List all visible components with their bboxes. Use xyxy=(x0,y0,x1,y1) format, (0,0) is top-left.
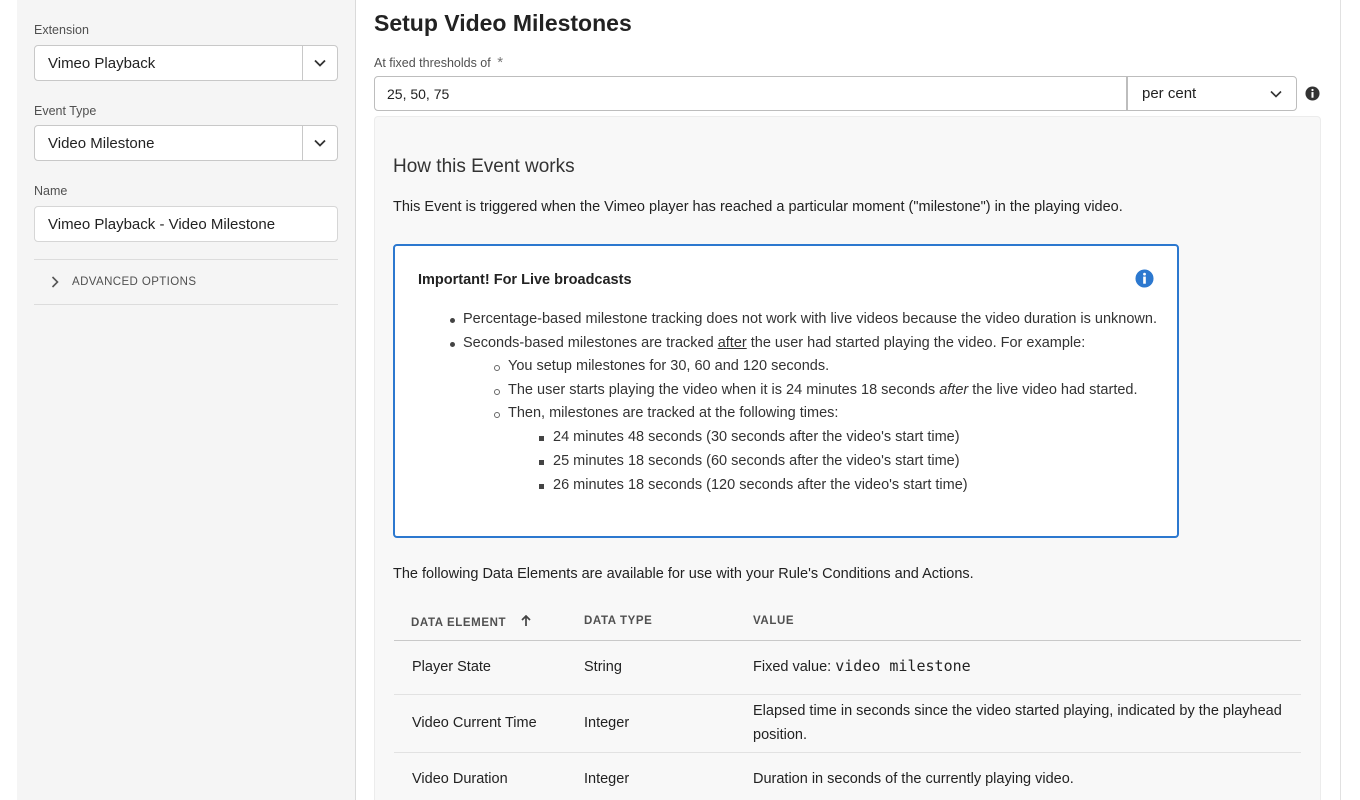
table-cell-element: Player State xyxy=(412,659,491,675)
info-icon xyxy=(1135,269,1154,288)
required-mark: * xyxy=(497,54,504,71)
bullet-text: the user had started playing the video. … xyxy=(746,335,1086,351)
table-cell-element: Video Duration xyxy=(412,771,508,787)
notice-subsubbullet: 24 minutes 48 seconds (30 seconds after … xyxy=(553,429,960,445)
value-code: video milestone xyxy=(835,657,971,675)
event-type-picker[interactable]: Video Milestone xyxy=(34,125,338,161)
emphasis-after: after xyxy=(717,335,747,351)
bullet-text: the live video had started. xyxy=(968,382,1138,398)
thresholds-label: At fixed thresholds of * xyxy=(374,54,503,71)
notice-subsubbullet: 26 minutes 18 seconds (120 seconds after… xyxy=(553,477,968,493)
notice-bullet: Percentage-based milestone tracking does… xyxy=(463,311,1157,327)
info-icon[interactable] xyxy=(1305,86,1320,101)
table-cell-element: Video Current Time xyxy=(412,715,537,731)
data-elements-intro: The following Data Elements are availabl… xyxy=(393,566,974,582)
bullet-text: Seconds-based milestones are tracked xyxy=(463,335,718,351)
bullet-marker xyxy=(494,412,500,418)
how-title: How this Event works xyxy=(393,156,575,177)
name-label: Name xyxy=(34,184,68,198)
column-header-data-type: DATA TYPE xyxy=(584,615,653,627)
chevron-down-icon xyxy=(1270,90,1282,98)
how-description: This Event is triggered when the Vimeo p… xyxy=(393,199,1123,215)
notice-bullet: Seconds-based milestones are tracked aft… xyxy=(463,335,1085,351)
bullet-marker xyxy=(494,365,500,371)
thresholds-label-text: At fixed thresholds of xyxy=(374,56,491,70)
extension-value: Vimeo Playback xyxy=(48,54,156,72)
bullet-text: The user starts playing the video when i… xyxy=(508,382,940,398)
table-cell-value: Fixed value: video milestone xyxy=(753,657,971,675)
table-row-divider xyxy=(394,752,1301,753)
unit-value: per cent xyxy=(1142,85,1197,102)
arrow-up-icon xyxy=(521,614,531,626)
chevron-down-icon[interactable] xyxy=(302,46,337,80)
bullet-marker xyxy=(539,436,544,441)
column-header-data-element[interactable]: DATA ELEMENT xyxy=(411,614,531,629)
bullet-marker xyxy=(539,484,544,489)
bullet-marker xyxy=(450,342,455,347)
page-title: Setup Video Milestones xyxy=(374,10,632,36)
extension-label: Extension xyxy=(34,23,89,37)
table-cell-type: String xyxy=(584,659,622,675)
chevron-right-icon xyxy=(51,276,59,288)
table-header-divider xyxy=(394,640,1301,641)
extension-picker[interactable]: Vimeo Playback xyxy=(34,45,338,81)
column-header-value: VALUE xyxy=(753,615,795,627)
right-gutter xyxy=(1340,0,1360,800)
sidebar: Extension Vimeo Playback Event Type Vide… xyxy=(17,0,356,800)
notice-subbullet: You setup milestones for 30, 60 and 120 … xyxy=(508,358,830,374)
name-field[interactable]: Vimeo Playback - Video Milestone xyxy=(34,206,338,242)
table-cell-type: Integer xyxy=(584,771,630,787)
divider xyxy=(34,259,338,260)
divider xyxy=(34,304,338,305)
table-cell-type: Integer xyxy=(584,715,630,731)
table-cell-value: Elapsed time in seconds since the video … xyxy=(753,703,1282,719)
notice-subbullet: The user starts playing the video when i… xyxy=(508,382,1138,398)
notice-subbullet: Then, milestones are tracked at the foll… xyxy=(508,405,839,421)
table-cell-value: Duration in seconds of the currently pla… xyxy=(753,771,1074,787)
advanced-options-label: ADVANCED OPTIONS xyxy=(72,276,197,288)
table-cell-value: position. xyxy=(753,727,808,743)
bullet-marker xyxy=(450,318,455,323)
column-header-label: DATA ELEMENT xyxy=(411,617,507,629)
notice-subsubbullet: 25 minutes 18 seconds (60 seconds after … xyxy=(553,453,960,469)
notice-title: Important! For Live broadcasts xyxy=(418,272,632,288)
bullet-marker xyxy=(539,460,544,465)
event-type-label: Event Type xyxy=(34,104,97,118)
thresholds-input[interactable]: 25, 50, 75 xyxy=(374,76,1127,111)
bullet-marker xyxy=(494,389,500,395)
unit-picker[interactable]: per cent xyxy=(1127,76,1297,111)
advanced-options-toggle[interactable]: ADVANCED OPTIONS xyxy=(34,271,338,293)
value-prefix: Fixed value: xyxy=(753,659,836,675)
left-gutter xyxy=(0,0,17,800)
event-type-value: Video Milestone xyxy=(48,134,155,152)
chevron-down-icon[interactable] xyxy=(302,126,337,160)
table-row-divider xyxy=(394,694,1301,695)
emphasis-after: after xyxy=(939,382,969,398)
